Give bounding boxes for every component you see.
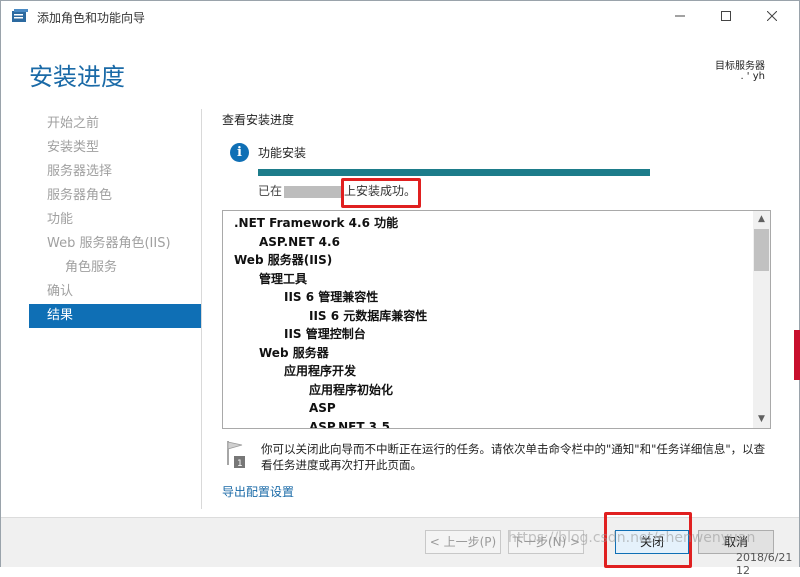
minimize-icon [675, 15, 685, 17]
installed-feature-item: Web 服务器 [259, 345, 329, 360]
export-config-link[interactable]: 导出配置设置 [222, 483, 294, 500]
section-title: 查看安装进度 [222, 113, 295, 127]
installed-feature-item: ASP [309, 401, 336, 415]
installed-features-list[interactable]: .NET Framework 4.6 功能 ASP.NET 4.6 Web 服务器(… [222, 210, 771, 429]
nav-item-server-roles[interactable]: 服务器角色 [29, 184, 201, 208]
close-icon [767, 11, 777, 21]
redacted-server-name [284, 185, 343, 198]
close-wizard-note: 你可以关闭此向导而不中断正在运行的任务。请依次单击命令栏中的"通知"和"任务详细… [261, 442, 766, 472]
target-server-name: . ' yh [740, 71, 765, 82]
nav-item-role-services[interactable]: 角色服务 [29, 256, 201, 280]
svg-text:1: 1 [237, 459, 243, 469]
wizard-window: 添加角色和功能向导 安装进度 目标服务器 . ' yh 开始之前 安装类型 服务… [0, 0, 800, 568]
nav-item-results[interactable]: 结果 [29, 304, 201, 328]
notification-flag-icon: 1 [227, 441, 245, 469]
scroll-thumb[interactable] [754, 229, 769, 271]
wizard-nav: 开始之前 安装类型 服务器选择 服务器角色 功能 Web 服务器角色(IIS) … [29, 112, 201, 328]
taskbar-date: 2018/6/21 12 [736, 551, 793, 577]
wizard-header: 安装进度 目标服务器 . ' yh [1, 31, 799, 103]
scroll-up-icon[interactable]: ▲ [753, 211, 770, 228]
install-progress-fill [258, 169, 650, 176]
installed-features-items: .NET Framework 4.6 功能 ASP.NET 4.6 Web 服务器(… [223, 211, 751, 429]
installed-feature-item: IIS 管理控制台 [284, 327, 366, 341]
installed-feature-item: IIS 6 元数据库兼容性 [309, 308, 428, 323]
server-manager-icon [12, 9, 28, 22]
install-progress-bar [258, 169, 650, 176]
target-server-label: 目标服务器 [715, 61, 765, 72]
nav-item-features[interactable]: 功能 [29, 208, 201, 232]
close-window-button[interactable] [749, 1, 795, 31]
installed-feature-item: ASP.NET 4.6 [259, 234, 340, 249]
page-title: 安装进度 [29, 63, 125, 91]
installed-feature-item: Web 服务器(IIS) [234, 253, 333, 267]
watermark-text: https://blog.csdn.net/chenwenyuan [508, 530, 756, 546]
installed-feature-item: ASP.NET 3.5 [309, 419, 390, 429]
installed-feature-item: .NET Framework 4.6 功能 [234, 216, 399, 230]
nav-item-confirmation[interactable]: 确认 [29, 280, 201, 304]
nav-divider [201, 109, 202, 509]
feature-install-label: 功能安装 [258, 146, 307, 160]
installed-feature-item: 应用程序初始化 [309, 382, 394, 397]
minimize-button[interactable] [657, 1, 703, 31]
scroll-down-icon[interactable]: ▼ [753, 411, 770, 428]
installed-feature-item: 应用程序开发 [284, 364, 357, 378]
background-edge [794, 330, 800, 380]
title-bar: 添加角色和功能向导 [1, 1, 799, 31]
nav-item-installation-type[interactable]: 安装类型 [29, 136, 201, 160]
installed-feature-item: IIS 6 管理兼容性 [284, 290, 379, 304]
status-prefix: 已在 [258, 184, 283, 198]
maximize-icon [721, 11, 731, 21]
previous-button[interactable]: < 上一步(P) [425, 530, 501, 554]
installed-feature-item: 管理工具 [259, 271, 308, 286]
nav-item-web-server-role[interactable]: Web 服务器角色(IIS) [29, 232, 201, 256]
info-icon: i [230, 143, 249, 162]
window-title: 添加角色和功能向导 [37, 11, 146, 25]
status-highlight-box [341, 178, 421, 208]
nav-item-before-you-begin[interactable]: 开始之前 [29, 112, 201, 136]
list-scrollbar[interactable]: ▲ ▼ [753, 211, 770, 428]
nav-item-server-selection[interactable]: 服务器选择 [29, 160, 201, 184]
maximize-button[interactable] [703, 1, 749, 31]
